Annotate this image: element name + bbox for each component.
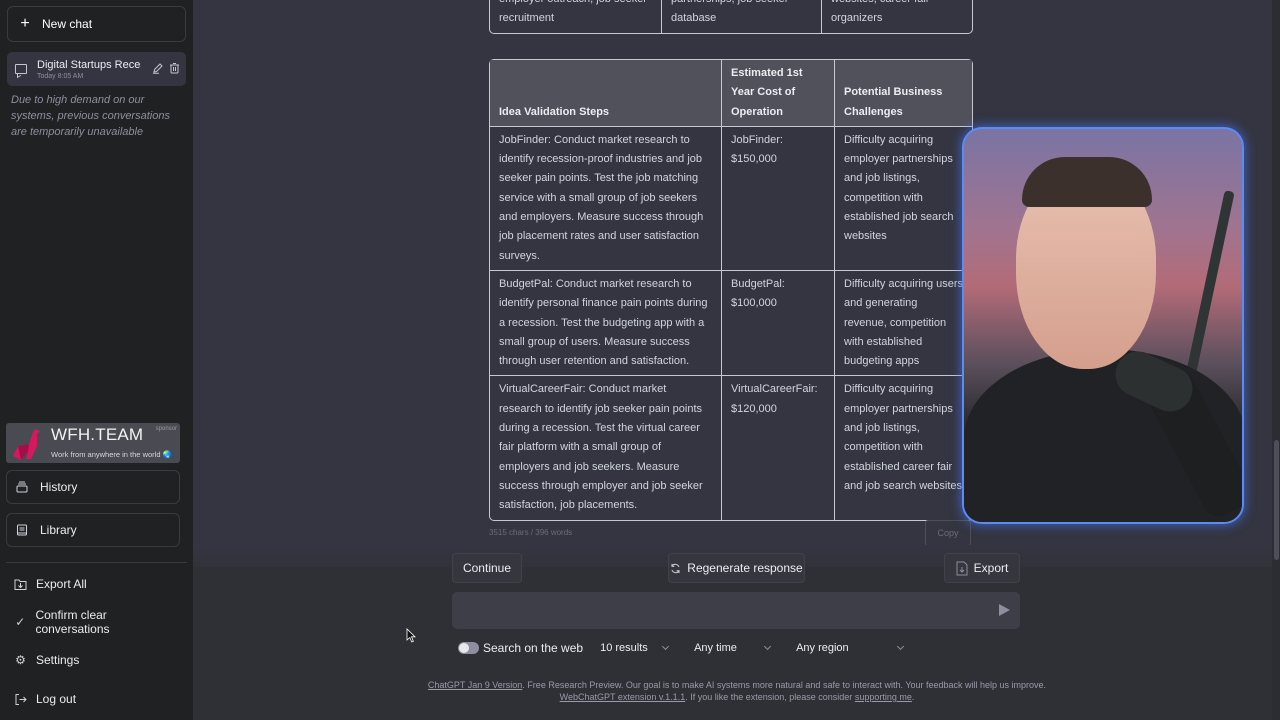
- table-cell: employer outreach, job seeker recruitmen…: [490, 0, 662, 33]
- check-icon: ✓: [15, 615, 26, 629]
- confirm-clear-label: Confirm clear conversations: [35, 608, 110, 636]
- cell-challenges: Difficulty acquiring users and generatin…: [835, 271, 972, 377]
- library-label: Library: [40, 523, 77, 537]
- table-cell: websites, career fair organizers: [831, 0, 929, 25]
- web-search-toggle[interactable]: [458, 642, 479, 654]
- edit-icon[interactable]: [152, 62, 164, 77]
- sponsor-brand: WFH.TEAM: [51, 425, 144, 444]
- chevron-down-icon: [897, 642, 905, 651]
- prompt-input-box: [452, 592, 1020, 629]
- continue-label: Continue: [462, 561, 512, 575]
- plus-icon: +: [20, 15, 30, 32]
- sponsor-label: sponsor: [155, 426, 177, 432]
- sponsor-tagline: Work from anywhere in the world 🌏: [51, 450, 172, 459]
- footer-text-2: . If you like the extension, please cons…: [685, 692, 855, 702]
- region-select[interactable]: Any region: [796, 642, 905, 654]
- time-select[interactable]: Any time: [694, 642, 772, 654]
- scrollbar[interactable]: [1272, 0, 1280, 720]
- log-out-button[interactable]: Log out: [6, 684, 186, 714]
- chevron-down-icon: [764, 642, 772, 651]
- export-label: Export: [973, 561, 1009, 575]
- region-value: Any region: [796, 642, 849, 654]
- cell-steps: JobFinder: Conduct market research to id…: [490, 126, 722, 271]
- table-row: VirtualCareerFair: Conduct market resear…: [490, 376, 972, 520]
- scrollbar-thumb[interactable]: [1274, 440, 1279, 560]
- footer-text-3: .: [911, 692, 915, 702]
- conversation-item[interactable]: Digital Startups Recession Today 8:05 AM: [7, 52, 186, 86]
- table-row: employer outreach, job seeker recruitmen…: [490, 0, 972, 33]
- cell-cost: JobFinder: $150,000: [722, 126, 835, 271]
- header-validation-steps: Idea Validation Steps: [490, 60, 722, 127]
- settings-button[interactable]: ⚙ Settings: [6, 645, 186, 675]
- continue-button[interactable]: Continue: [452, 553, 522, 583]
- conversation-title: Digital Startups Recession: [37, 58, 141, 71]
- new-chat-button[interactable]: + New chat: [7, 6, 186, 42]
- table-cell: partnerships, job seeker database: [662, 0, 822, 33]
- conversation-time: Today 8:05 AM: [37, 72, 84, 80]
- main-area: employer outreach, job seeker recruitmen…: [193, 0, 1280, 720]
- cell-challenges: Difficulty acquiring employer partnershi…: [844, 383, 963, 492]
- results-select[interactable]: 10 results: [600, 642, 670, 654]
- file-download-icon: [956, 561, 968, 575]
- refresh-icon: [671, 563, 680, 573]
- version-link[interactable]: ChatGPT Jan 9 Version: [428, 680, 522, 690]
- sidebar-divider: [6, 562, 187, 563]
- support-link[interactable]: supporting me: [855, 692, 912, 702]
- sponsor-banner[interactable]: WFH.TEAM Work from anywhere in the world…: [6, 423, 180, 463]
- chat-bubble-icon: [15, 64, 27, 74]
- web-search-options: Search on the web 10 results Any time An…: [458, 640, 905, 656]
- footer-text-1: . Free Research Preview. Our goal is to …: [522, 680, 1047, 690]
- table-row: JobFinder: Conduct market research to id…: [490, 126, 972, 271]
- cell-challenges: Difficulty acquiring employer partnershi…: [835, 127, 972, 271]
- export-all-button[interactable]: Export All: [6, 569, 186, 599]
- library-button[interactable]: Library: [6, 513, 180, 547]
- webcam-overlay: [962, 127, 1244, 524]
- response-stats: 3515 chars / 396 words: [489, 528, 573, 537]
- export-all-label: Export All: [36, 577, 87, 591]
- presenter-hair: [1022, 157, 1152, 207]
- gear-icon: ⚙: [15, 653, 26, 667]
- previous-table: employer outreach, job seeker recruitmen…: [489, 0, 973, 34]
- cell-steps: VirtualCareerFair: Conduct market resear…: [490, 376, 722, 520]
- book-icon: [17, 524, 27, 536]
- sidebar: + New chat Digital Startups Recession To…: [0, 0, 193, 720]
- results-value: 10 results: [600, 642, 648, 654]
- table-header-row: Idea Validation Steps Estimated 1st Year…: [490, 60, 972, 127]
- footer: ChatGPT Jan 9 Version. Free Research Pre…: [393, 679, 1081, 703]
- extension-link[interactable]: WebChatGPT extension v.1.1.1: [560, 692, 686, 702]
- confirm-clear-button[interactable]: ✓ Confirm clear conversations: [6, 607, 186, 637]
- regenerate-label: Regenerate response: [687, 561, 803, 575]
- history-label: History: [40, 480, 78, 494]
- new-chat-label: New chat: [42, 17, 93, 31]
- web-search-label: Search on the web: [483, 641, 584, 655]
- log-out-label: Log out: [36, 692, 77, 706]
- history-button[interactable]: History: [6, 470, 180, 504]
- regenerate-button[interactable]: Regenerate response: [668, 553, 805, 583]
- settings-label: Settings: [36, 653, 80, 667]
- header-business-challenges: Potential Business Challenges: [835, 60, 972, 127]
- header-estimated-cost: Estimated 1st Year Cost of Operation: [722, 60, 835, 127]
- mouse-cursor-icon: [406, 628, 416, 643]
- cell-cost: BudgetPal: $100,000: [722, 270, 835, 377]
- cell-steps: BudgetPal: Conduct market research to id…: [490, 270, 722, 377]
- unavailable-notice: Due to high demand on our systems, previ…: [11, 94, 170, 138]
- trash-icon[interactable]: [169, 62, 180, 77]
- send-icon[interactable]: [999, 604, 1010, 616]
- log-out-icon: [15, 693, 27, 705]
- mic-arm: [1183, 190, 1235, 388]
- chevron-down-icon: [662, 642, 670, 651]
- cell-cost: VirtualCareerFair: $120,000: [722, 376, 835, 520]
- table-row: BudgetPal: Conduct market research to id…: [490, 270, 972, 377]
- export-button[interactable]: Export: [944, 553, 1020, 583]
- llama-logo-icon: [13, 429, 40, 460]
- folder-download-icon: [14, 579, 27, 590]
- time-value: Any time: [694, 642, 737, 654]
- copy-button[interactable]: Copy: [925, 520, 971, 546]
- validation-table: Idea Validation Steps Estimated 1st Year…: [489, 59, 973, 521]
- prompt-input[interactable]: [452, 592, 982, 628]
- history-icon: [16, 481, 28, 493]
